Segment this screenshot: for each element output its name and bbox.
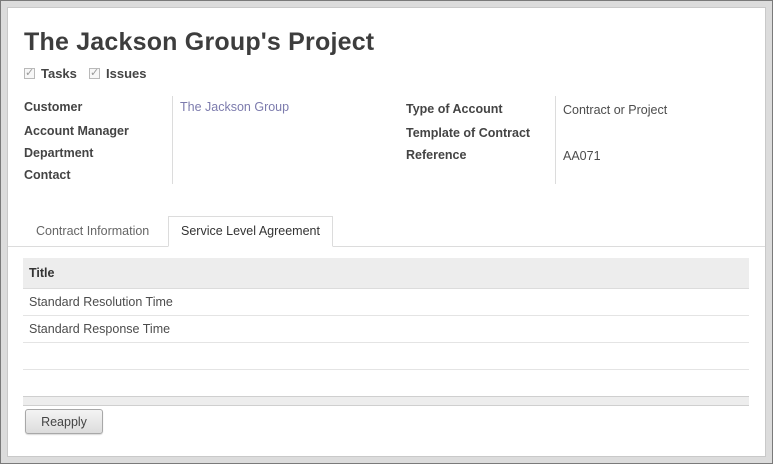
reference-value: AA071 <box>563 149 601 163</box>
issues-label: Issues <box>106 66 147 81</box>
tasks-label: Tasks <box>41 66 77 81</box>
type-of-account-label: Type of Account <box>406 102 503 116</box>
checkbox-checked-icon <box>24 66 35 79</box>
checkbox-checked-icon <box>89 66 100 79</box>
customer-link[interactable]: The Jackson Group <box>180 100 289 114</box>
table-row[interactable]: Standard Resolution Time <box>23 289 749 316</box>
department-label: Department <box>24 146 94 160</box>
window-frame: The Jackson Group's Project Tasks Issues… <box>0 0 773 464</box>
form-sheet: The Jackson Group's Project Tasks Issues… <box>7 7 766 457</box>
page-title: The Jackson Group's Project <box>24 28 375 56</box>
template-of-contract-label: Template of Contract <box>406 126 531 140</box>
empty-row <box>23 370 749 397</box>
empty-row <box>23 343 749 370</box>
tasks-checkbox[interactable]: Tasks <box>24 66 77 81</box>
table-footer <box>23 396 749 406</box>
contact-label: Contact <box>24 168 71 182</box>
column-header-title[interactable]: Title <box>23 258 749 289</box>
reapply-button[interactable]: Reapply <box>25 409 103 434</box>
tab-contract-information[interactable]: Contract Information <box>24 216 161 246</box>
issues-checkbox[interactable]: Issues <box>89 66 146 81</box>
table-row[interactable]: Standard Response Time <box>23 316 749 343</box>
account-manager-label: Account Manager <box>24 124 129 138</box>
sla-table: Title Standard Resolution Time Standard … <box>23 258 749 397</box>
reference-label: Reference <box>406 148 467 162</box>
customer-label: Customer <box>24 100 83 114</box>
field-divider <box>172 96 173 184</box>
tab-bar-divider <box>8 246 765 247</box>
field-divider <box>555 96 556 184</box>
tab-service-level-agreement[interactable]: Service Level Agreement <box>168 216 333 247</box>
type-of-account-value: Contract or Project <box>563 103 668 117</box>
